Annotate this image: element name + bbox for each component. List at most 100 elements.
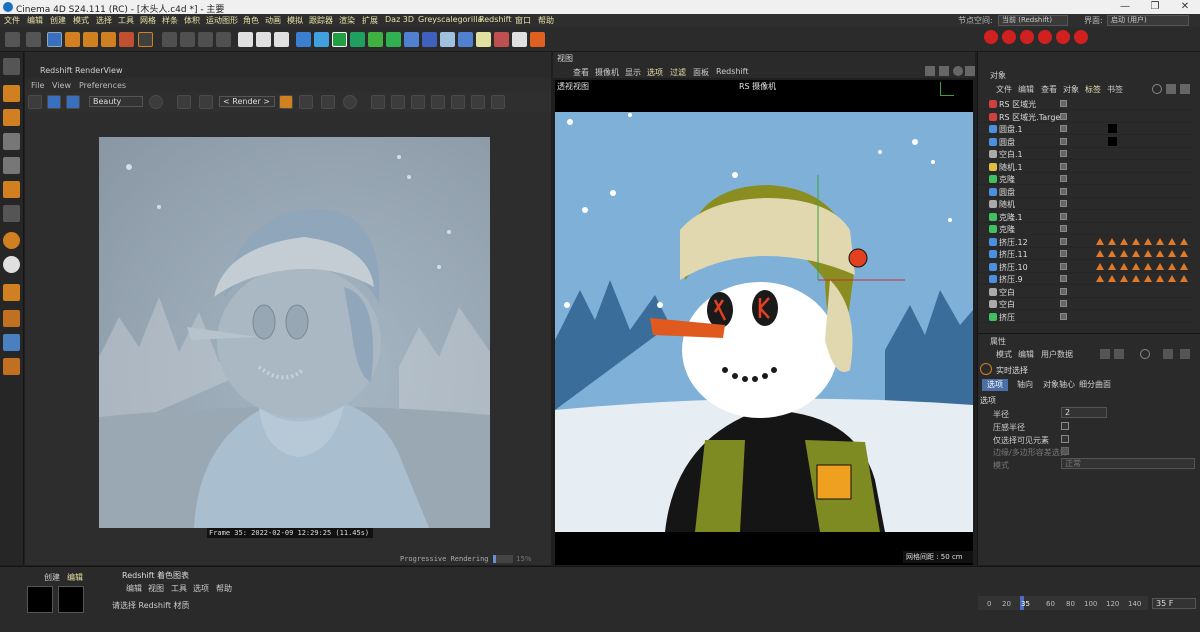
pen-icon[interactable] [314, 32, 329, 47]
rs-volume-icon[interactable] [1074, 30, 1088, 44]
cloner-icon[interactable] [350, 32, 365, 47]
subdivision-icon[interactable] [332, 32, 347, 47]
attr-menu-edit[interactable]: 编辑 [1018, 349, 1034, 360]
lock-attr-icon[interactable] [1163, 349, 1173, 359]
object-row[interactable]: 挤压.9 [978, 273, 1194, 285]
start-render-icon[interactable] [47, 95, 61, 109]
object-name[interactable]: 挤压.11 [999, 249, 1028, 260]
layout-select[interactable]: 启动 (用户) [1107, 15, 1189, 26]
scale-tool-icon[interactable] [83, 32, 98, 47]
texture-mode-icon[interactable] [3, 109, 20, 126]
filter-icon[interactable] [1180, 84, 1190, 94]
tag-icon[interactable] [1096, 275, 1104, 282]
visibility-toggle[interactable] [1060, 112, 1067, 120]
object-row[interactable]: 克隆 [978, 173, 1194, 185]
object-name[interactable]: 空白 [999, 299, 1015, 310]
tag-icon[interactable] [1156, 275, 1164, 282]
film-icon[interactable] [28, 95, 42, 109]
rs-tool-icon[interactable] [494, 32, 509, 47]
object-row[interactable]: 随机.1 [978, 161, 1194, 173]
object-row[interactable]: 圆盘.1 [978, 123, 1194, 135]
vp-menu-redshift[interactable]: Redshift [716, 67, 748, 76]
render-view-icon[interactable] [256, 32, 271, 47]
menu-mesh[interactable]: 网格 [140, 15, 156, 26]
material-slot[interactable] [58, 586, 84, 613]
brace-icon[interactable] [3, 358, 20, 375]
object-row[interactable]: 挤压.11 [978, 248, 1194, 260]
menu-daz3d[interactable]: Daz 3D [385, 15, 414, 24]
image-icon[interactable] [431, 95, 445, 109]
focus-icon[interactable] [371, 95, 385, 109]
object-name[interactable]: 圆盘.1 [999, 124, 1023, 135]
node-space-select[interactable]: 当前 (Redshift) [998, 15, 1068, 26]
sky-icon[interactable] [422, 32, 437, 47]
object-name[interactable]: 空白 [999, 287, 1015, 298]
visibility-toggle[interactable] [1060, 150, 1067, 157]
menu-edit[interactable]: 编辑 [27, 15, 43, 26]
maximize-view-icon[interactable] [965, 66, 975, 76]
menu-character[interactable]: 角色 [243, 15, 259, 26]
tag-icon[interactable] [1096, 250, 1104, 257]
sg-menu-view[interactable]: 视图 [148, 583, 164, 594]
rs-ipr-icon[interactable] [530, 32, 545, 47]
menu-redshift[interactable]: Redshift [479, 15, 511, 24]
cube-icon[interactable] [296, 32, 311, 47]
menu-select[interactable]: 选择 [96, 15, 112, 26]
deformer-icon[interactable] [368, 32, 383, 47]
snowflake-2-icon[interactable] [321, 95, 335, 109]
vp-menu-options[interactable]: 选项 [647, 67, 663, 78]
minimize-button[interactable]: — [1110, 0, 1140, 14]
visibility-toggle[interactable] [1060, 125, 1067, 132]
tag-icon[interactable] [1132, 237, 1140, 245]
object-row[interactable]: RS 区域光.Target [978, 111, 1194, 123]
object-row[interactable]: RS 区域光 [978, 98, 1194, 110]
tag-icon[interactable] [1144, 237, 1152, 245]
snap-icon[interactable] [3, 232, 20, 249]
crop-icon[interactable] [199, 95, 213, 109]
tag-icon[interactable] [1168, 237, 1176, 245]
effector-icon[interactable] [386, 32, 401, 47]
mode-select[interactable]: 正常 [1061, 458, 1195, 469]
sg-menu-edit[interactable]: 编辑 [126, 583, 142, 594]
tag-icon[interactable] [1132, 250, 1140, 257]
object-name[interactable]: 随机 [999, 199, 1015, 210]
visibility-toggle[interactable] [1060, 287, 1067, 295]
sg-menu-tools[interactable]: 工具 [171, 583, 187, 594]
undo-icon[interactable] [5, 32, 20, 47]
lock-icon[interactable] [279, 95, 293, 109]
tag-icon[interactable] [1144, 250, 1152, 257]
tag-icon[interactable] [1156, 262, 1164, 270]
material-tag-icon[interactable] [1108, 136, 1117, 146]
tag-icon[interactable] [1144, 275, 1152, 282]
tag-icon[interactable] [1168, 275, 1176, 282]
expand-icon[interactable] [391, 95, 405, 109]
visibility-toggle[interactable] [1060, 275, 1067, 282]
object-name[interactable]: 圆盘 [999, 187, 1015, 198]
x-axis-icon[interactable] [162, 32, 177, 47]
add-snapshot-icon[interactable] [451, 95, 465, 109]
menu-create[interactable]: 创建 [50, 15, 66, 26]
new-attr-icon[interactable] [1180, 349, 1190, 359]
rv-menu-preferences[interactable]: Preferences [79, 81, 126, 90]
render-region-icon[interactable] [238, 32, 253, 47]
z-axis-icon[interactable] [198, 32, 213, 47]
save-icon[interactable] [491, 95, 505, 109]
menu-volume[interactable]: 体积 [184, 15, 200, 26]
visibility-toggle[interactable] [1060, 100, 1067, 107]
pressure-radius-checkbox[interactable] [1061, 422, 1069, 430]
redo-icon[interactable] [26, 32, 41, 47]
forward-icon[interactable] [1114, 349, 1124, 359]
object-name[interactable]: 克隆 [999, 224, 1015, 235]
rs-material-icon[interactable] [1002, 30, 1016, 44]
search-icon[interactable] [1152, 84, 1162, 94]
obj-tab-object[interactable]: 对象 [1063, 84, 1079, 95]
visibility-toggle[interactable] [1060, 175, 1067, 182]
object-name[interactable]: 空白.1 [999, 149, 1023, 160]
tag-icon[interactable] [1180, 275, 1188, 282]
tag-icon[interactable] [1108, 250, 1116, 257]
tag-icon[interactable] [1120, 275, 1128, 282]
vp-menu-view[interactable]: 查看 [573, 67, 589, 78]
object-mode-icon[interactable] [3, 85, 20, 102]
object-row[interactable]: 挤压 [978, 311, 1194, 323]
ipr-icon[interactable] [66, 95, 80, 109]
